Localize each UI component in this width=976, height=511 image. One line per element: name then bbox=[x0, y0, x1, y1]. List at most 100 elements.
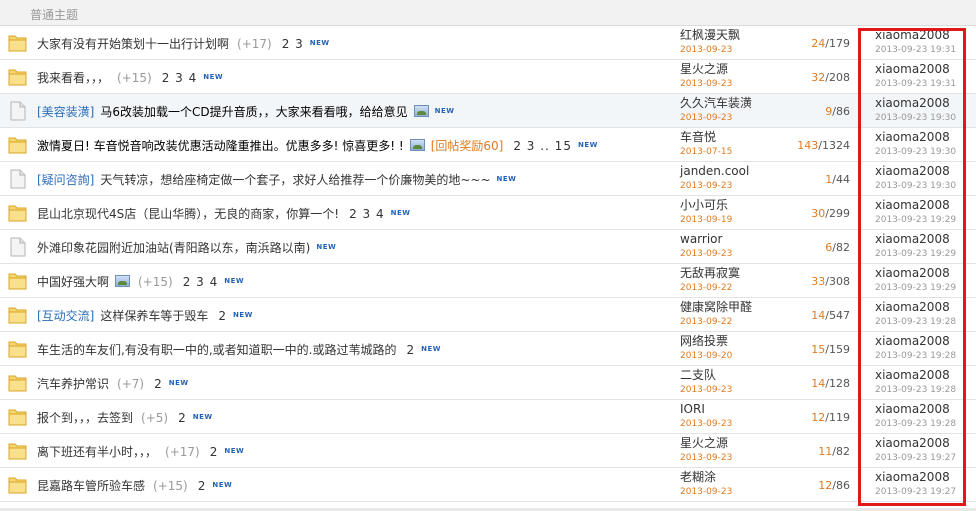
thread-page-links[interactable]: 2 bbox=[406, 343, 415, 357]
thread-category-link[interactable]: [疑问咨詢] bbox=[37, 173, 94, 187]
thread-title-link[interactable]: 汽车养护常识 bbox=[37, 377, 109, 391]
last-poster-link[interactable]: xiaoma2008 bbox=[875, 470, 956, 485]
last-poster-link[interactable]: xiaoma2008 bbox=[875, 436, 956, 451]
thread-title-link[interactable]: 昆山北京现代4S店（昆山华腾），无良的商家，你算一个! bbox=[37, 207, 339, 221]
last-poster-link[interactable]: xiaoma2008 bbox=[875, 300, 956, 315]
reply-count[interactable]: 24 bbox=[811, 37, 825, 50]
last-poster-link[interactable]: xiaoma2008 bbox=[875, 28, 956, 43]
reply-count[interactable]: 32 bbox=[811, 71, 825, 84]
last-poster-link[interactable]: xiaoma2008 bbox=[875, 130, 956, 145]
reply-count[interactable]: 14 bbox=[811, 309, 825, 322]
reply-count[interactable]: 15 bbox=[811, 343, 825, 356]
thread-title-link[interactable]: 马6改装加载一个CD提升音质，，大家来看看哦，给给意见 bbox=[100, 105, 407, 119]
thread-title-link[interactable]: 报个到，，，去签到 bbox=[37, 411, 133, 425]
last-post-time[interactable]: 2013-09-23 19:30 bbox=[875, 146, 956, 159]
thread-row: 离下班还有半小时，，， (+17) 2 NEW 星火之源 2013-09-23 11/… bbox=[0, 434, 976, 468]
thread-title-link[interactable]: 激情夏日! 车音悦音响改装优惠活动隆重推出。优惠多多! 惊喜更多! ! bbox=[37, 139, 404, 153]
last-poster-link[interactable]: xiaoma2008 bbox=[875, 232, 956, 247]
thread-page-links[interactable]: 2 3 4 bbox=[183, 275, 219, 289]
last-poster-link[interactable]: xiaoma2008 bbox=[875, 62, 956, 77]
thread-page-links[interactable]: 2 bbox=[198, 479, 207, 493]
last-poster-link[interactable]: xiaoma2008 bbox=[875, 164, 956, 179]
folder-icon bbox=[8, 203, 27, 223]
reply-count[interactable]: 12 bbox=[811, 411, 825, 424]
thread-title-link[interactable]: 外滩印象花园附近加油站(青阳路以东，南浜路以南) bbox=[37, 241, 310, 255]
new-badge-icon: NEW bbox=[390, 209, 411, 217]
author-name-link[interactable]: janden.cool bbox=[680, 164, 749, 179]
reply-count[interactable]: 11 bbox=[818, 445, 832, 458]
last-post-time[interactable]: 2013-09-23 19:27 bbox=[875, 486, 956, 499]
thread-author: 健康窝除甲醛 2013-09-22 bbox=[680, 300, 752, 329]
reply-view-stats: 11/82 bbox=[818, 445, 850, 458]
new-badge-icon: NEW bbox=[224, 277, 245, 285]
thread-page-links[interactable]: 2 3 4 bbox=[349, 207, 385, 221]
thread-page-links[interactable]: 2 bbox=[218, 309, 227, 323]
folder-icon bbox=[8, 271, 27, 291]
last-poster-link[interactable]: xiaoma2008 bbox=[875, 266, 956, 281]
reply-count[interactable]: 14 bbox=[811, 377, 825, 390]
last-post-time[interactable]: 2013-09-23 19:31 bbox=[875, 78, 956, 91]
thread-page-links[interactable]: 2 3 bbox=[282, 37, 304, 51]
last-post: xiaoma2008 2013-09-23 19:27 bbox=[875, 436, 956, 465]
author-name-link[interactable]: 星火之源 bbox=[680, 62, 732, 77]
author-name-link[interactable]: warrior bbox=[680, 232, 732, 247]
thread-title-link[interactable]: 我来看看，，， bbox=[37, 71, 109, 85]
last-post-time[interactable]: 2013-09-23 19:28 bbox=[875, 418, 956, 431]
last-post-time[interactable]: 2013-09-23 19:27 bbox=[875, 452, 956, 465]
thread-title-link[interactable]: 这样保养车等于毁车 bbox=[100, 309, 208, 323]
last-post-time[interactable]: 2013-09-23 19:28 bbox=[875, 316, 956, 329]
reply-count[interactable]: 33 bbox=[811, 275, 825, 288]
last-post-time[interactable]: 2013-09-23 19:29 bbox=[875, 282, 956, 295]
folder-icon bbox=[8, 305, 27, 325]
last-poster-link[interactable]: xiaoma2008 bbox=[875, 402, 956, 417]
thread-title-link[interactable]: 离下班还有半小时，，， bbox=[37, 445, 157, 459]
thread-page-links[interactable]: 2 3 4 bbox=[162, 71, 198, 85]
last-post-time[interactable]: 2013-09-23 19:31 bbox=[875, 44, 956, 57]
thread-title: [美容装潢] 马6改装加载一个CD提升音质，，大家来看看哦，给给意见 NEW bbox=[37, 104, 455, 119]
thread-page-links[interactable]: 2 3 .. 15 bbox=[513, 139, 572, 153]
view-count: 82 bbox=[836, 241, 850, 254]
thread-hits: (+5) bbox=[141, 411, 169, 425]
last-poster-link[interactable]: xiaoma2008 bbox=[875, 96, 956, 111]
author-name-link[interactable]: 网络投票 bbox=[680, 334, 732, 349]
thread-category-link[interactable]: [互动交流] bbox=[37, 309, 94, 323]
last-poster-link[interactable]: xiaoma2008 bbox=[875, 198, 956, 213]
author-name-link[interactable]: 车音悦 bbox=[680, 130, 732, 145]
last-post-time[interactable]: 2013-09-23 19:29 bbox=[875, 248, 956, 261]
author-name-link[interactable]: 健康窝除甲醛 bbox=[680, 300, 752, 315]
thread-title-link[interactable]: 昆嘉路车管所验车感 bbox=[37, 479, 145, 493]
reply-count[interactable]: 30 bbox=[811, 207, 825, 220]
thread-author: 车音悦 2013-07-15 bbox=[680, 130, 732, 159]
reply-count[interactable]: 143 bbox=[797, 139, 818, 152]
author-name-link[interactable]: 小小可乐 bbox=[680, 198, 732, 213]
author-name-link[interactable]: 红枫漫天飘 bbox=[680, 28, 740, 43]
author-name-link[interactable]: 久久汽车装潢 bbox=[680, 96, 752, 111]
new-badge-icon: NEW bbox=[233, 311, 253, 319]
author-name-link[interactable]: IORI bbox=[680, 402, 732, 417]
author-name-link[interactable]: 二支队 bbox=[680, 368, 732, 383]
last-poster-link[interactable]: xiaoma2008 bbox=[875, 368, 956, 383]
reply-view-stats: 12/86 bbox=[818, 479, 850, 492]
author-name-link[interactable]: 老糊涂 bbox=[680, 470, 732, 485]
reply-count[interactable]: 12 bbox=[818, 479, 832, 492]
last-post-time[interactable]: 2013-09-23 19:28 bbox=[875, 384, 956, 397]
last-post-time[interactable]: 2013-09-23 19:28 bbox=[875, 350, 956, 363]
author-name-link[interactable]: 无敌再寂寞 bbox=[680, 266, 740, 281]
thread-title-link[interactable]: 天气转凉，想给座椅定做一个套子，求好人给推荐一个价廉物美的地~~~ bbox=[100, 173, 490, 187]
thread-page-links[interactable]: 2 bbox=[178, 411, 187, 425]
last-post-time[interactable]: 2013-09-23 19:30 bbox=[875, 112, 956, 125]
last-post-time[interactable]: 2013-09-23 19:30 bbox=[875, 180, 956, 193]
last-post-time[interactable]: 2013-09-23 19:29 bbox=[875, 214, 956, 227]
thread-category-link[interactable]: [美容装潢] bbox=[37, 105, 94, 119]
view-count: 1324 bbox=[822, 139, 850, 152]
thread-title-link[interactable]: 车生活的车友们,有没有职一中的,或者知道职一中的.或路过苇城路的 bbox=[37, 343, 396, 357]
author-name-link[interactable]: 星火之源 bbox=[680, 436, 732, 451]
thread-title-link[interactable]: 中国好强大啊 bbox=[37, 275, 109, 289]
thread-title: 汽车养护常识 (+7) 2 NEW bbox=[37, 376, 189, 391]
thread-row: [互动交流] 这样保养车等于毁车 2 NEW 健康窝除甲醛 2013-09-22 14… bbox=[0, 298, 976, 332]
last-poster-link[interactable]: xiaoma2008 bbox=[875, 334, 956, 349]
post-date: 2013-09-23 bbox=[680, 45, 733, 55]
thread-page-links[interactable]: 2 bbox=[210, 445, 219, 459]
thread-page-links[interactable]: 2 bbox=[154, 377, 163, 391]
thread-title-link[interactable]: 大家有没有开始策划十一出行计划啊 bbox=[37, 37, 229, 51]
